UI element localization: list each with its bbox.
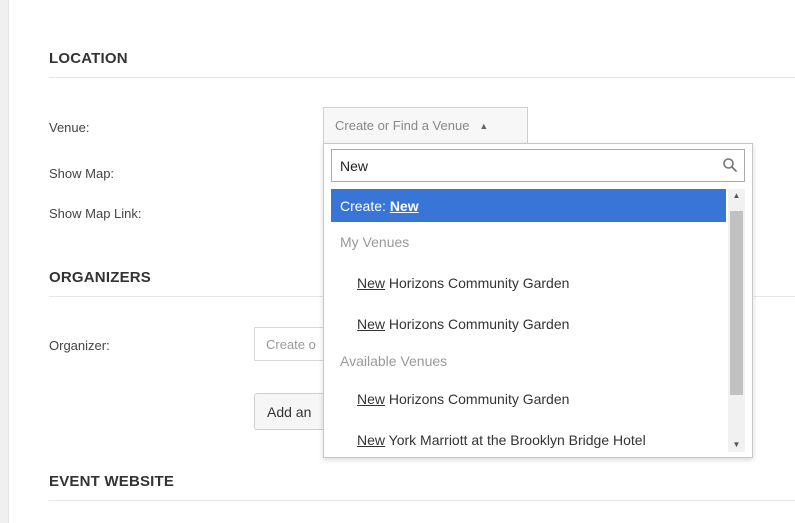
section-divider [49,500,795,501]
venue-search-input[interactable]: New [331,149,745,182]
venue-search-value: New [340,157,369,174]
create-option-term: New [389,197,419,214]
add-organizer-button[interactable]: Add an [254,393,334,430]
create-venue-option[interactable]: Create: New [331,189,726,222]
option-rest: York Marriott at the Brooklyn Bridge Hot… [385,431,646,448]
dropdown-scrollbar[interactable]: ▲ ▼ [728,189,745,452]
organizer-select-placeholder: Create o [266,336,316,352]
add-organizer-button-label: Add an [267,403,312,420]
venue-option[interactable]: New Horizons Community Garden [331,303,726,344]
venue-label: Venue: [49,120,90,135]
option-match: New [357,315,386,332]
venue-select-placeholder: Create or Find a Venue [335,118,470,133]
option-rest: Horizons Community Garden [385,315,570,332]
option-match: New [357,274,386,291]
create-option-prefix: Create: [340,197,390,214]
group-label-available-venues: Available Venues [340,353,448,369]
section-title-location: LOCATION [49,50,128,67]
organizer-label: Organizer: [49,338,110,353]
venue-option[interactable]: New Horizons Community Garden [331,262,726,303]
scrollbar-thumb[interactable] [730,211,743,395]
section-title-event-website: EVENT WEBSITE [49,473,175,490]
scroll-down-arrow-icon[interactable]: ▼ [728,438,745,452]
left-border [0,0,9,523]
option-rest: Horizons Community Garden [385,274,570,291]
venue-option[interactable]: New York Marriott at the Brooklyn Bridge… [331,419,726,460]
section-title-organizers: ORGANIZERS [49,269,152,286]
venue-dropdown: New Create: New My Venues New Horizons C… [323,143,753,458]
organizer-select[interactable]: Create o [254,327,334,361]
show-map-label: Show Map: [49,166,115,181]
option-match: New [357,390,386,407]
section-divider [49,77,795,78]
option-match: New [357,431,386,448]
show-map-link-label: Show Map Link: [49,206,142,221]
option-rest: Horizons Community Garden [385,390,570,407]
venue-option[interactable]: New Horizons Community Garden [331,378,726,419]
chevron-up-icon: ▲ [479,120,489,131]
venue-results-list: Create: New My Venues New Horizons Commu… [331,189,726,460]
venue-select[interactable]: Create or Find a Venue ▲ [323,107,528,143]
search-icon [723,158,737,172]
scroll-up-arrow-icon[interactable]: ▲ [728,189,745,203]
group-label-my-venues: My Venues [340,234,410,250]
